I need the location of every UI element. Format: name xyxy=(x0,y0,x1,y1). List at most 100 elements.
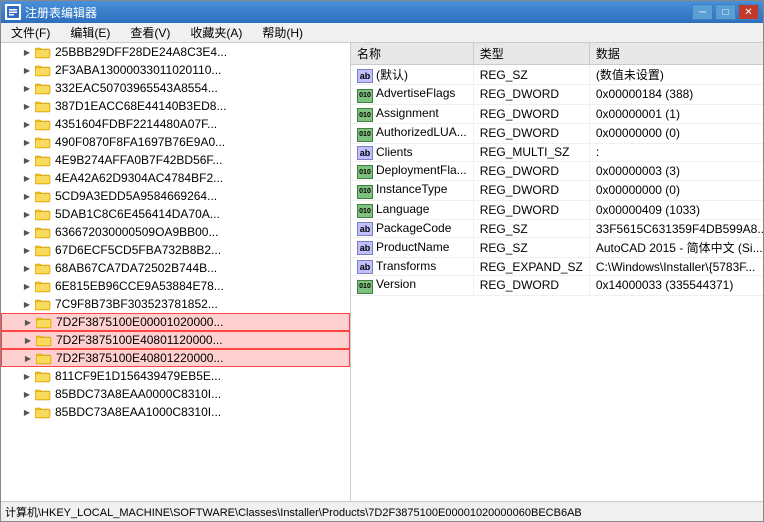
tree-label: 2F3ABA13000033011020110... xyxy=(55,63,221,77)
tree-arrow-icon: ▶ xyxy=(21,100,33,112)
menu-item[interactable]: 帮助(H) xyxy=(256,22,309,43)
tree-label: 85BDC73A8EAA1000C8310I... xyxy=(55,405,221,419)
folder-icon xyxy=(35,369,51,383)
tree-item[interactable]: ▶ 4EA42A62D9304AC4784BF2... xyxy=(1,169,350,187)
tree-item[interactable]: ▶ 68AB67CA7DA72502B744B... xyxy=(1,259,350,277)
cell-name: 010Assignment xyxy=(351,104,473,124)
tree-arrow-icon: ▶ xyxy=(21,190,33,202)
tree-label: 4EA42A62D9304AC4784BF2... xyxy=(55,171,223,185)
table-row[interactable]: ab(默认)REG_SZ(数值未设置) xyxy=(351,65,763,85)
tree-item[interactable]: ▶ 5CD9A3EDD5A9584669264... xyxy=(1,187,350,205)
folder-icon xyxy=(35,387,51,401)
tree-item[interactable]: ▶ 2F3ABA13000033011020110... xyxy=(1,61,350,79)
tree-item[interactable]: ▶ 67D6ECF5CD5FBA732B8B2... xyxy=(1,241,350,259)
tree-arrow-icon: ▶ xyxy=(22,334,34,346)
cell-name: 010InstanceType xyxy=(351,181,473,201)
menu-item[interactable]: 文件(F) xyxy=(5,22,56,43)
cell-name: 010AdvertiseFlags xyxy=(351,85,473,105)
type-icon-ab: ab xyxy=(357,222,373,236)
table-row[interactable]: abProductNameREG_SZAutoCAD 2015 - 简体中文 (… xyxy=(351,238,763,258)
type-icon-ab: ab xyxy=(357,69,373,83)
folder-icon xyxy=(35,243,51,257)
menu-item[interactable]: 收藏夹(A) xyxy=(184,22,248,43)
table-row[interactable]: 010DeploymentFla...REG_DWORD0x00000003 (… xyxy=(351,161,763,181)
cell-name: 010DeploymentFla... xyxy=(351,161,473,181)
cell-type: REG_SZ xyxy=(473,238,589,258)
folder-icon xyxy=(35,171,51,185)
tree-item[interactable]: ▶ 387D1EACC68E44140B3ED8... xyxy=(1,97,350,115)
cell-type: REG_DWORD xyxy=(473,161,589,181)
title-bar-left: 注册表编辑器 xyxy=(5,4,97,21)
tree-item[interactable]: ▶ 7D2F3875100E00001020000... xyxy=(1,313,350,331)
tree-item[interactable]: ▶ 636672030000509ОA9BB00... xyxy=(1,223,350,241)
table-row[interactable]: abTransformsREG_EXPAND_SZC:\Windows\Inst… xyxy=(351,258,763,276)
minimize-button[interactable]: ─ xyxy=(692,4,713,20)
tree-item[interactable]: ▶ 7D2F3875100E40801220000... xyxy=(1,349,350,367)
type-icon-dword: 010 xyxy=(357,185,373,199)
folder-icon xyxy=(36,351,52,365)
tree-arrow-icon: ▶ xyxy=(21,244,33,256)
tree-item[interactable]: ▶ 332EAC50703965543A8554... xyxy=(1,79,350,97)
tree-arrow-icon: ▶ xyxy=(21,226,33,238)
menu-item[interactable]: 编辑(E) xyxy=(64,22,116,43)
tree-item[interactable]: ▶ 25BBB29DFF28DE24A8C3E4... xyxy=(1,43,350,61)
table-row[interactable]: 010AuthorizedLUA...REG_DWORD0x00000000 (… xyxy=(351,124,763,144)
folder-icon xyxy=(35,63,51,77)
tree-item[interactable]: ▶ 7D2F3875100E40801120000... xyxy=(1,331,350,349)
content-area: ▶ 25BBB29DFF28DE24A8C3E4...▶ 2F3ABA13000… xyxy=(1,43,763,501)
cell-data: 0x00000184 (388) xyxy=(589,85,763,105)
tree-item[interactable]: ▶ 490F0870F8FA1697B76E9A0... xyxy=(1,133,350,151)
window-title: 注册表编辑器 xyxy=(25,4,97,21)
tree-item[interactable]: ▶ 7C9F8B73BF303523781852... xyxy=(1,295,350,313)
folder-icon xyxy=(35,153,51,167)
table-row[interactable]: 010LanguageREG_DWORD0x00000409 (1033) xyxy=(351,200,763,220)
cell-name: 010AuthorizedLUA... xyxy=(351,124,473,144)
close-button[interactable]: ✕ xyxy=(738,4,759,20)
tree-arrow-icon: ▶ xyxy=(21,64,33,76)
folder-icon xyxy=(35,81,51,95)
table-row[interactable]: abPackageCodeREG_SZ33F5615C631359F4DB599… xyxy=(351,220,763,238)
folder-icon xyxy=(35,297,51,311)
tree-arrow-icon: ▶ xyxy=(21,46,33,58)
tree-arrow-icon: ▶ xyxy=(21,154,33,166)
left-pane[interactable]: ▶ 25BBB29DFF28DE24A8C3E4...▶ 2F3ABA13000… xyxy=(1,43,351,501)
right-pane[interactable]: 名称 类型 数据 ab(默认)REG_SZ(数值未设置)010Advertise… xyxy=(351,43,763,501)
tree-arrow-icon: ▶ xyxy=(22,352,34,364)
status-text: 计算机\HKEY_LOCAL_MACHINE\SOFTWARE\Classes\… xyxy=(5,504,582,520)
app-icon xyxy=(5,4,21,20)
tree-item[interactable]: ▶ 5DAB1C8C6E456414DA70A... xyxy=(1,205,350,223)
col-type: 类型 xyxy=(473,43,589,65)
maximize-button[interactable]: □ xyxy=(715,4,736,20)
table-row[interactable]: 010AssignmentREG_DWORD0x00000001 (1) xyxy=(351,104,763,124)
type-icon-ab: ab xyxy=(357,146,373,160)
menu-item[interactable]: 查看(V) xyxy=(124,22,176,43)
table-row[interactable]: 010InstanceTypeREG_DWORD0x00000000 (0) xyxy=(351,181,763,201)
type-icon-dword: 010 xyxy=(357,128,373,142)
tree-item[interactable]: ▶ 85BDC73A8EAA0000C8310I... xyxy=(1,385,350,403)
type-icon-dword: 010 xyxy=(357,89,373,103)
tree-arrow-icon: ▶ xyxy=(21,298,33,310)
title-controls: ─ □ ✕ xyxy=(692,4,759,20)
cell-type: REG_DWORD xyxy=(473,124,589,144)
cell-data: 0x00000000 (0) xyxy=(589,124,763,144)
cell-type: REG_DWORD xyxy=(473,200,589,220)
tree-item[interactable]: ▶ 4351604FDBF2214480A07F... xyxy=(1,115,350,133)
tree-item[interactable]: ▶ 6E815EB96CCE9A53884E78... xyxy=(1,277,350,295)
table-row[interactable]: 010VersionREG_DWORD0x14000033 (335544371… xyxy=(351,276,763,296)
table-row[interactable]: 010AdvertiseFlagsREG_DWORD0x00000184 (38… xyxy=(351,85,763,105)
cell-data: 0x00000003 (3) xyxy=(589,161,763,181)
cell-data: 0x00000000 (0) xyxy=(589,181,763,201)
tree-item[interactable]: ▶ 4E9B274AFFA0B7F42BD56F... xyxy=(1,151,350,169)
folder-icon xyxy=(35,99,51,113)
folder-icon xyxy=(35,189,51,203)
tree-item[interactable]: ▶ 85BDC73A8EAA1000C8310I... xyxy=(1,403,350,421)
cell-name: 010Version xyxy=(351,276,473,296)
tree-item[interactable]: ▶ 811CF9E1D156439479EB5E... xyxy=(1,367,350,385)
tree-arrow-icon: ▶ xyxy=(21,370,33,382)
col-data: 数据 xyxy=(589,43,763,65)
table-row[interactable]: abClientsREG_MULTI_SZ: xyxy=(351,143,763,161)
tree-label: 387D1EACC68E44140B3ED8... xyxy=(55,99,226,113)
tree-label: 7C9F8B73BF303523781852... xyxy=(55,297,218,311)
tree-arrow-icon: ▶ xyxy=(21,208,33,220)
tree-label: 332EAC50703965543A8554... xyxy=(55,81,218,95)
